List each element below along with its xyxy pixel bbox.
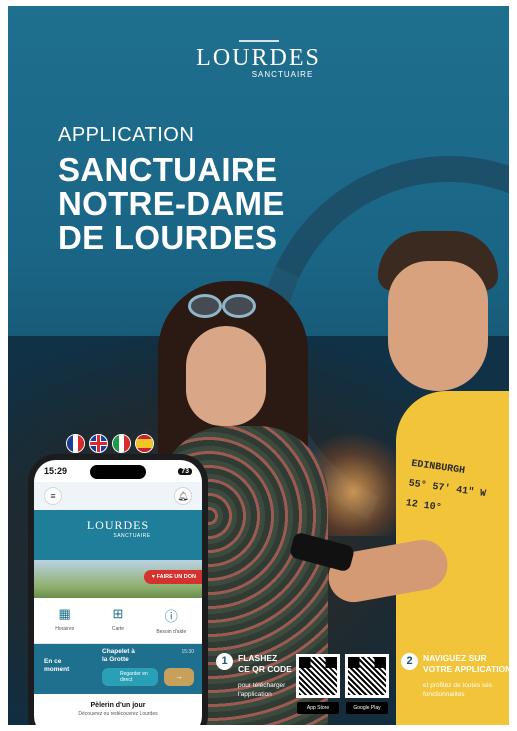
arrow-button[interactable]: →	[164, 668, 194, 686]
map-icon: ⊞	[112, 606, 124, 621]
event-time: 15:30	[181, 649, 194, 655]
title-line: SANCTUAIRE	[58, 151, 278, 188]
qr-code-apple[interactable]	[296, 654, 340, 698]
step-body: et profitez de toutes ses fonctionnalité…	[423, 682, 493, 698]
flag-italy-icon[interactable]	[112, 434, 131, 453]
event-title-line: la Grotte	[102, 656, 129, 663]
qr-code-google[interactable]	[345, 654, 389, 698]
step-heading-line: VOTRE APPLICATION	[423, 664, 509, 674]
tile-help[interactable]: ⓘ Besoin d'aide	[146, 606, 196, 635]
step-heading: FLASHEZ CE QR CODE	[238, 653, 292, 675]
phone-notch	[90, 465, 146, 479]
quick-tiles: ▦ Horaires ⊞ Carte ⓘ Besoin d'aide	[34, 598, 202, 644]
step-heading-line: FLASHEZ	[238, 653, 278, 663]
now-label-line: moment	[44, 666, 70, 673]
info-icon: ⓘ	[164, 609, 178, 624]
flag-spain-icon[interactable]	[135, 434, 154, 453]
now-label-line: En ce	[44, 658, 62, 665]
flag-uk-icon[interactable]	[89, 434, 108, 453]
eyebrow-label: APPLICATION	[58, 124, 195, 146]
step-number: 1	[216, 653, 233, 670]
app-store-badge[interactable]: App Store	[297, 702, 339, 714]
lourdes-logo: LOURDES SANCTUAIRE	[8, 40, 509, 79]
app-banner: LOURDES SANCTUAIRE	[34, 510, 202, 560]
now-section: En ce moment Chapelet à la Grotte 15:30 …	[34, 644, 202, 694]
app-logo-main: LOURDES	[86, 518, 150, 532]
tile-map[interactable]: ⊞ Carte	[93, 606, 143, 635]
donate-button[interactable]: ♥ FAIRE UN DON	[143, 570, 202, 584]
status-time: 15:29	[44, 466, 68, 476]
language-selector	[66, 434, 154, 453]
event-title: Chapelet à la Grotte	[102, 648, 135, 664]
now-label: En ce moment	[44, 658, 69, 674]
tile-label: Horaires	[55, 626, 75, 632]
phone-mockup: 15:29 73 ≡ 🔔︎ LOURDES SANCTUAIRE ♥ FAIRE…	[28, 454, 208, 725]
step-one: 1 FLASHEZ CE QR CODE pour télécharger l'…	[216, 653, 296, 723]
tile-label: Carte	[111, 626, 125, 632]
app-header: ≡ 🔔︎	[34, 482, 202, 510]
calendar-icon: ▦	[58, 606, 71, 621]
step-heading-line: CE QR CODE	[238, 664, 292, 674]
app-logo-sub: SANCTUAIRE	[113, 533, 151, 539]
tile-schedule[interactable]: ▦ Horaires	[40, 606, 90, 635]
logo-line	[238, 40, 279, 42]
step-body: pour télécharger l'application	[238, 682, 286, 698]
pilgrim-description: Découvrez ou redécouvrez Lourdes	[78, 711, 158, 717]
step-two: 2 NAVIGUEZ SUR VOTRE APPLICATION et prof…	[401, 653, 509, 723]
tile-label: Besoin d'aide	[156, 629, 187, 635]
pilgrim-section: Pèlerin d'un jour Découvrez ou redécouvr…	[34, 694, 202, 717]
menu-icon[interactable]: ≡	[44, 487, 62, 505]
woman-face	[186, 326, 266, 426]
sunglasses-icon	[188, 294, 258, 318]
google-play-badge[interactable]: Google Play	[346, 702, 388, 714]
logo-main: LOURDES	[196, 45, 321, 71]
title-line: NOTRE-DAME	[58, 185, 285, 222]
event-title-line: Chapelet à	[102, 648, 135, 655]
phone-screen: 15:29 73 ≡ 🔔︎ LOURDES SANCTUAIRE ♥ FAIRE…	[34, 460, 202, 725]
pilgrim-title: Pèlerin d'un jour	[90, 702, 146, 709]
man-face	[388, 261, 488, 391]
watch-live-button[interactable]: Regarder en direct	[102, 668, 158, 686]
step-heading-line: NAVIGUEZ SUR	[423, 653, 487, 663]
bell-icon[interactable]: 🔔︎	[174, 487, 192, 505]
logo-sub: SANCTUAIRE	[251, 70, 314, 79]
poster: EDINBURGH 55° 57' 41" W 12 10° LOURDES S…	[8, 6, 509, 725]
step-number: 2	[401, 653, 418, 670]
page-title: SANCTUAIRE NOTRE-DAME DE LOURDES	[58, 153, 285, 255]
title-line: DE LOURDES	[58, 219, 278, 256]
flag-france-icon[interactable]	[66, 434, 85, 453]
donate-label: FAIRE UN DON	[156, 574, 196, 580]
sanctuary-photo: ♥ FAIRE UN DON	[34, 560, 202, 598]
battery-icon: 73	[178, 467, 192, 475]
step-heading: NAVIGUEZ SUR VOTRE APPLICATION	[423, 653, 509, 675]
